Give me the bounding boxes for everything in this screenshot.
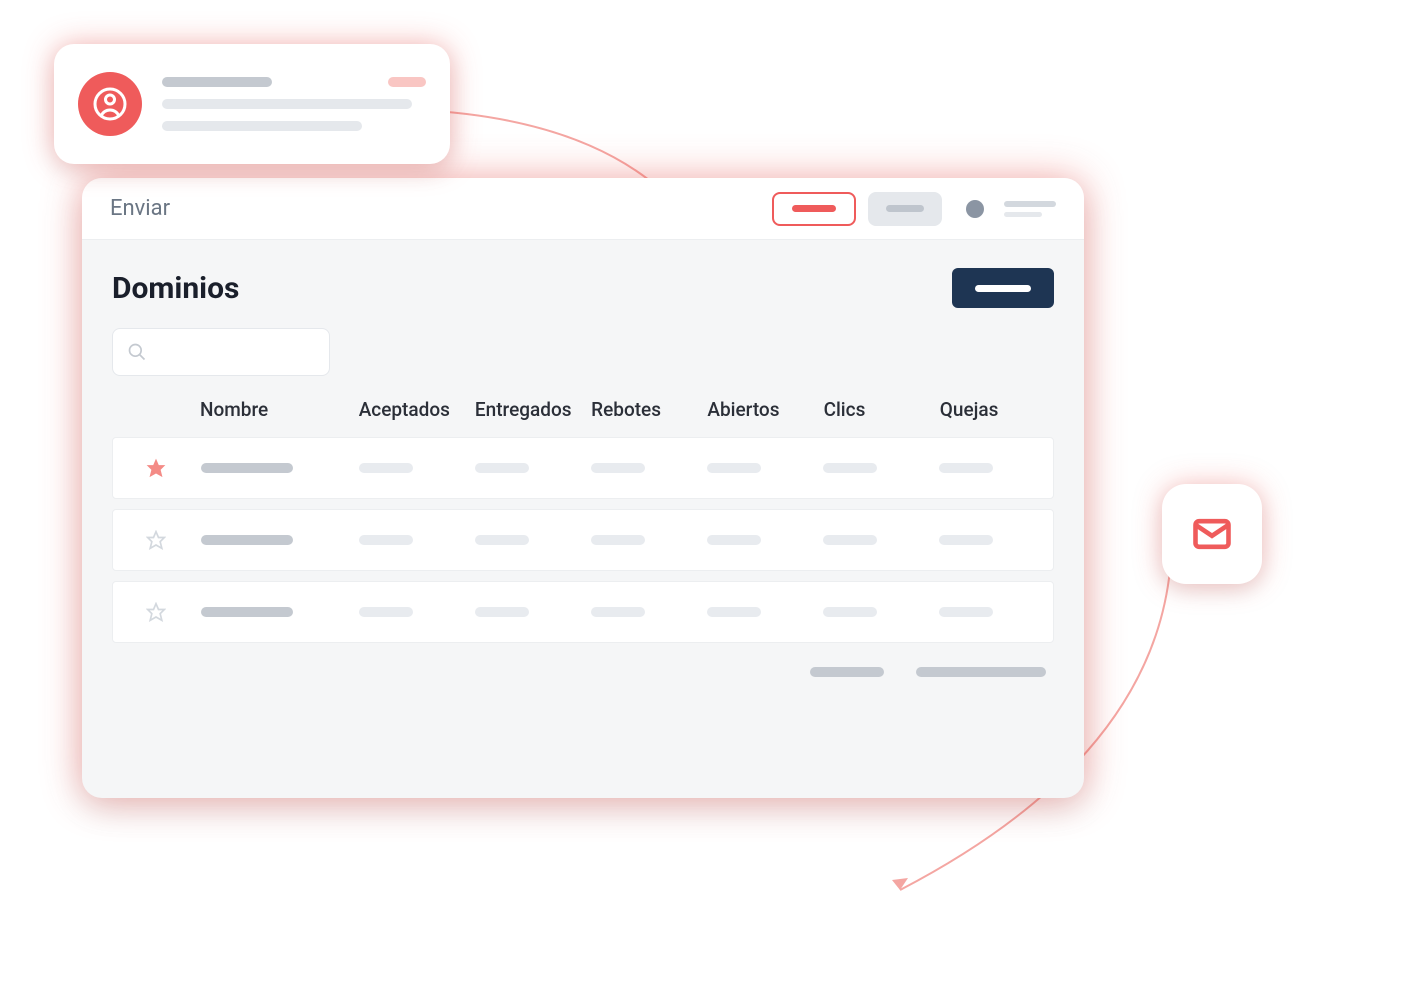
profile-card	[54, 44, 450, 164]
th-rebotes[interactable]: Rebotes	[591, 398, 697, 421]
th-quejas[interactable]: Quejas	[940, 398, 1046, 421]
placeholder-cell	[201, 607, 293, 617]
placeholder-bar	[975, 285, 1031, 292]
table-row[interactable]	[112, 509, 1054, 571]
header-actions	[772, 192, 1056, 226]
avatar	[78, 72, 142, 136]
mail-card	[1162, 484, 1262, 584]
table-footer	[112, 653, 1054, 677]
primary-action-button[interactable]	[772, 192, 856, 226]
placeholder-bar	[810, 667, 884, 677]
placeholder-cell	[939, 607, 993, 617]
th-star	[120, 398, 190, 421]
placeholder-cell	[591, 535, 645, 545]
placeholder-cell	[939, 535, 993, 545]
placeholder-bar	[916, 667, 1046, 677]
placeholder-cell	[823, 607, 877, 617]
user-circle-icon	[92, 86, 128, 122]
content-header: Dominios	[112, 268, 1054, 308]
content-area: Dominios Nombre Aceptados Entregados Reb…	[82, 240, 1084, 701]
section-title: Dominios	[112, 271, 239, 306]
add-button[interactable]	[952, 268, 1054, 308]
th-clics[interactable]: Clics	[824, 398, 930, 421]
window-header: Enviar	[82, 178, 1084, 240]
secondary-action-button[interactable]	[868, 192, 942, 226]
placeholder-cell	[823, 535, 877, 545]
search-icon	[127, 342, 147, 362]
placeholder-cell	[707, 535, 761, 545]
star-icon[interactable]	[146, 602, 166, 622]
table-header: Nombre Aceptados Entregados Rebotes Abie…	[112, 398, 1054, 437]
placeholder-bar	[1004, 201, 1056, 207]
placeholder-bar	[1004, 212, 1042, 217]
placeholder-cell	[359, 607, 413, 617]
placeholder-bar	[162, 77, 272, 87]
main-window: Enviar Dominios	[82, 178, 1084, 798]
search-input[interactable]	[112, 328, 330, 376]
placeholder-cell	[475, 463, 529, 473]
placeholder-cell	[707, 607, 761, 617]
th-nombre[interactable]: Nombre	[200, 398, 349, 421]
placeholder-cell	[591, 463, 645, 473]
placeholder-cell	[359, 535, 413, 545]
th-abiertos[interactable]: Abiertos	[707, 398, 813, 421]
placeholder-cell	[201, 463, 293, 473]
table-row[interactable]	[112, 437, 1054, 499]
mail-icon	[1190, 512, 1234, 556]
user-meta	[1004, 201, 1056, 217]
placeholder-badge	[388, 77, 426, 87]
placeholder-bar	[162, 121, 362, 131]
star-icon[interactable]	[146, 530, 166, 550]
th-aceptados[interactable]: Aceptados	[359, 398, 465, 421]
placeholder-cell	[475, 535, 529, 545]
placeholder-cell	[591, 607, 645, 617]
placeholder-cell	[359, 463, 413, 473]
placeholder-cell	[201, 535, 293, 545]
th-entregados[interactable]: Entregados	[475, 398, 581, 421]
placeholder-cell	[707, 463, 761, 473]
table-row[interactable]	[112, 581, 1054, 643]
window-title: Enviar	[110, 196, 772, 221]
placeholder-bar	[162, 99, 412, 109]
placeholder-cell	[823, 463, 877, 473]
placeholder-cell	[939, 463, 993, 473]
placeholder-cell	[475, 607, 529, 617]
placeholder-bar	[886, 205, 924, 212]
star-icon[interactable]	[146, 458, 166, 478]
user-avatar-small[interactable]	[966, 200, 984, 218]
placeholder-bar	[792, 205, 836, 212]
profile-text-lines	[162, 77, 426, 131]
